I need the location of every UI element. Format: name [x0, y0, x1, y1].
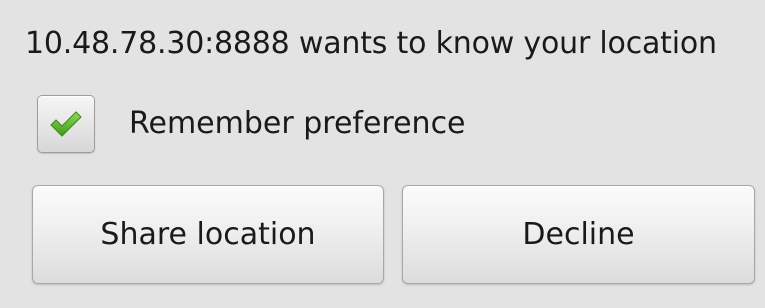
decline-button[interactable]: Decline — [402, 185, 755, 284]
share-location-button[interactable]: Share location — [32, 185, 384, 284]
remember-preference-label: Remember preference — [129, 106, 466, 141]
check-icon — [50, 111, 82, 137]
remember-preference-row[interactable]: Remember preference — [37, 94, 466, 154]
remember-preference-checkbox[interactable] — [37, 95, 95, 153]
permission-prompt-text: 10.48.78.30:8888 wants to know your loca… — [25, 26, 717, 61]
